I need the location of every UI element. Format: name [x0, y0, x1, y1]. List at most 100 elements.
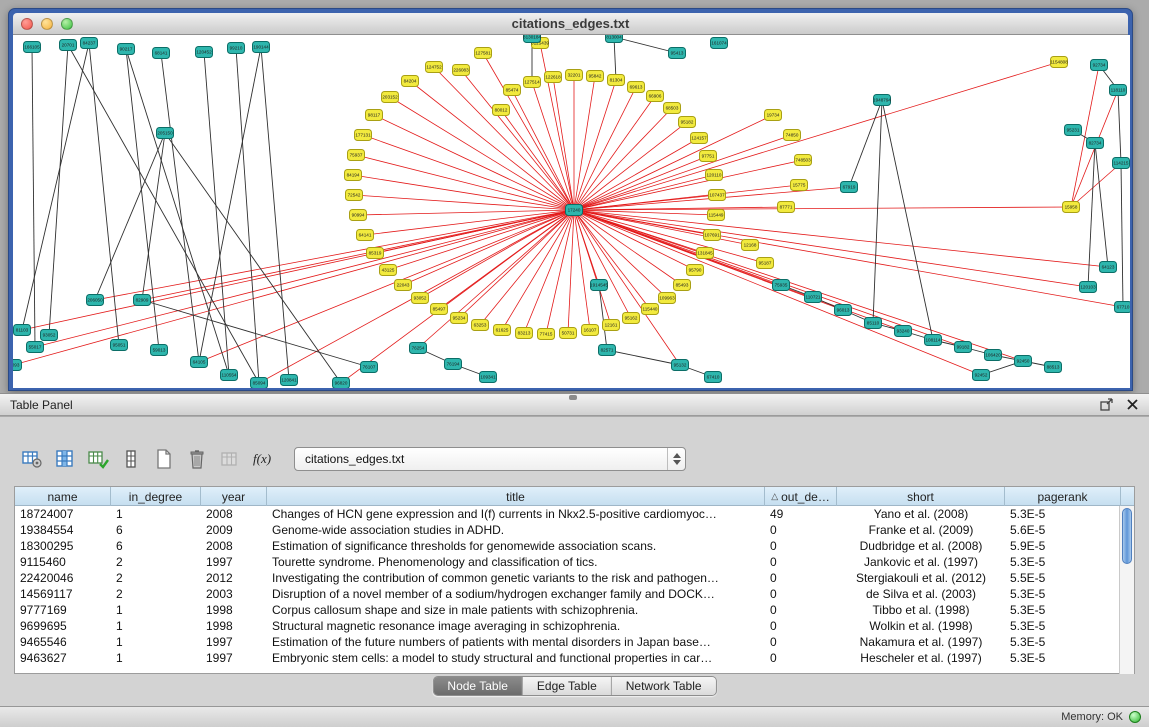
graph-node[interactable]: 67919 [841, 182, 858, 193]
table-cell[interactable]: 6 [111, 522, 201, 538]
graph-node[interactable]: 76107 [361, 362, 378, 373]
table-cell[interactable]: 22420046 [15, 570, 111, 586]
graph-node[interactable]: 107437 [709, 190, 726, 201]
table-cell[interactable]: Changes of HCN gene expression and I(f) … [267, 506, 765, 522]
graph-node[interactable]: 68503 [664, 103, 681, 114]
table-cell[interactable]: 1997 [201, 554, 267, 570]
graph-node[interactable]: 83213 [516, 328, 533, 339]
graph-node[interactable]: 106420 [985, 350, 1002, 361]
graph-edge[interactable] [873, 100, 882, 323]
graph-edge[interactable] [204, 52, 229, 375]
table-cell[interactable]: 5.5E-5 [1005, 570, 1121, 586]
graph-edge[interactable] [574, 210, 1123, 307]
graph-node[interactable]: 85474 [504, 85, 521, 96]
table-cell[interactable]: Investigating the contribution of common… [267, 570, 765, 586]
graph-node[interactable]: 124157 [691, 133, 708, 144]
graph-node[interactable]: 95187 [757, 258, 774, 269]
graph-node[interactable]: 64123 [1100, 262, 1117, 273]
graph-edge[interactable] [546, 210, 574, 334]
graph-node[interactable]: 203152 [382, 92, 399, 103]
table-cell[interactable]: 5.6E-5 [1005, 522, 1121, 538]
graph-edge[interactable] [165, 133, 341, 383]
graph-edge[interactable] [236, 48, 259, 383]
graph-edge[interactable] [882, 100, 933, 340]
column-header-in_degree[interactable]: in_degree [111, 487, 201, 506]
graph-node[interactable]: 59013 [151, 345, 168, 356]
graph-node[interactable]: 68141 [153, 48, 170, 59]
table-settings-button[interactable] [18, 445, 46, 473]
tab-edge-table[interactable]: Edge Table [523, 677, 612, 695]
table-cell[interactable]: 18724007 [15, 506, 111, 522]
graph-edge[interactable] [22, 210, 574, 330]
graph-node[interactable]: 124752 [426, 62, 443, 73]
column-header-pagerank[interactable]: pagerank [1005, 487, 1121, 506]
table-row[interactable]: 969969511998Structural magnetic resonanc… [15, 618, 1134, 634]
minimize-button[interactable] [41, 18, 53, 30]
table-cell[interactable]: 1998 [201, 618, 267, 634]
graph-node[interactable]: 15775 [791, 180, 808, 191]
table-cell[interactable]: 2003 [201, 586, 267, 602]
table-cell[interactable]: 5.9E-5 [1005, 538, 1121, 554]
table-cell[interactable]: 2 [111, 586, 201, 602]
table-cell[interactable]: 0 [765, 602, 837, 618]
table-cell[interactable]: Hescheler et al. (1997) [837, 650, 1005, 666]
graph-edge[interactable] [1095, 143, 1108, 267]
column-header-out_de[interactable]: △out_de… [765, 487, 837, 506]
table-cell[interactable]: 5.3E-5 [1005, 554, 1121, 570]
graph-node[interactable]: 96820 [333, 378, 350, 389]
graph-node[interactable]: 97751 [700, 151, 717, 162]
table-row[interactable]: 2242004622012Investigating the contribut… [15, 570, 1134, 586]
table-cell[interactable]: Nakamura et al. (1997) [837, 634, 1005, 650]
graph-node[interactable]: 81103 [14, 325, 31, 336]
table-cell[interactable]: 1 [111, 506, 201, 522]
graph-node[interactable]: 93052 [41, 330, 58, 341]
table-cell[interactable]: Corpus callosum shape and size in male p… [267, 602, 765, 618]
table-cell[interactable]: 1997 [201, 650, 267, 666]
graph-edge[interactable] [849, 100, 882, 187]
graph-node[interactable]: 15958 [1063, 202, 1080, 213]
graph-edge[interactable] [95, 133, 165, 300]
graph-edge[interactable] [142, 210, 574, 300]
table-cell[interactable]: 5.3E-5 [1005, 618, 1121, 634]
graph-node[interactable]: 127514 [524, 77, 541, 88]
table-cell[interactable]: Tibbo et al. (1998) [837, 602, 1005, 618]
graph-node[interactable]: 120452 [196, 47, 213, 58]
graph-node[interactable]: 8130184 [523, 35, 541, 43]
graph-edge[interactable] [614, 37, 616, 80]
graph-edge[interactable] [49, 45, 68, 335]
graph-node[interactable]: 64141 [357, 230, 374, 241]
graph-edge[interactable] [607, 350, 680, 365]
graph-edge[interactable] [574, 210, 1023, 361]
table-row[interactable]: 1938455462009Genome-wide association stu… [15, 522, 1134, 538]
close-panel-icon[interactable] [1123, 396, 1141, 414]
graph-node[interactable]: 74850 [784, 130, 801, 141]
graph-node[interactable]: 90217 [118, 44, 135, 55]
table-cell[interactable]: de Silva et al. (2003) [837, 586, 1005, 602]
select-all-columns-button[interactable] [84, 445, 112, 473]
graph-node[interactable]: 66906 [647, 91, 664, 102]
graph-edge[interactable] [354, 195, 574, 210]
graph-edge[interactable] [574, 156, 708, 210]
graph-node[interactable]: 166105 [24, 42, 41, 53]
column-visibility-button[interactable] [51, 445, 79, 473]
graph-edge[interactable] [574, 80, 616, 210]
graph-node[interactable]: 748503 [795, 155, 812, 166]
graph-node[interactable]: 99182 [955, 342, 972, 353]
table-cell[interactable]: 18300295 [15, 538, 111, 554]
graph-edge[interactable] [574, 210, 765, 263]
graph-edge[interactable] [374, 115, 574, 210]
graph-node[interactable]: 120841 [281, 375, 298, 386]
graph-node[interactable]: 17240 [566, 205, 583, 216]
graph-node[interactable]: 205150 [157, 128, 174, 139]
graph-node[interactable]: 95790 [687, 265, 704, 276]
table-cell[interactable]: 14569117 [15, 586, 111, 602]
table-cell[interactable]: Estimation of the future numbers of pati… [267, 634, 765, 650]
graph-node[interactable]: 110554 [221, 370, 238, 381]
table-cell[interactable]: 5.3E-5 [1005, 602, 1121, 618]
graph-node[interactable]: 55017 [27, 342, 44, 353]
zoom-button[interactable] [61, 18, 73, 30]
graph-node[interactable]: 118110 [1110, 85, 1127, 96]
table-row[interactable]: 946362711997Embryonic stem cells: a mode… [15, 650, 1134, 666]
table-cell[interactable]: 1 [111, 602, 201, 618]
graph-edge[interactable] [356, 155, 574, 210]
